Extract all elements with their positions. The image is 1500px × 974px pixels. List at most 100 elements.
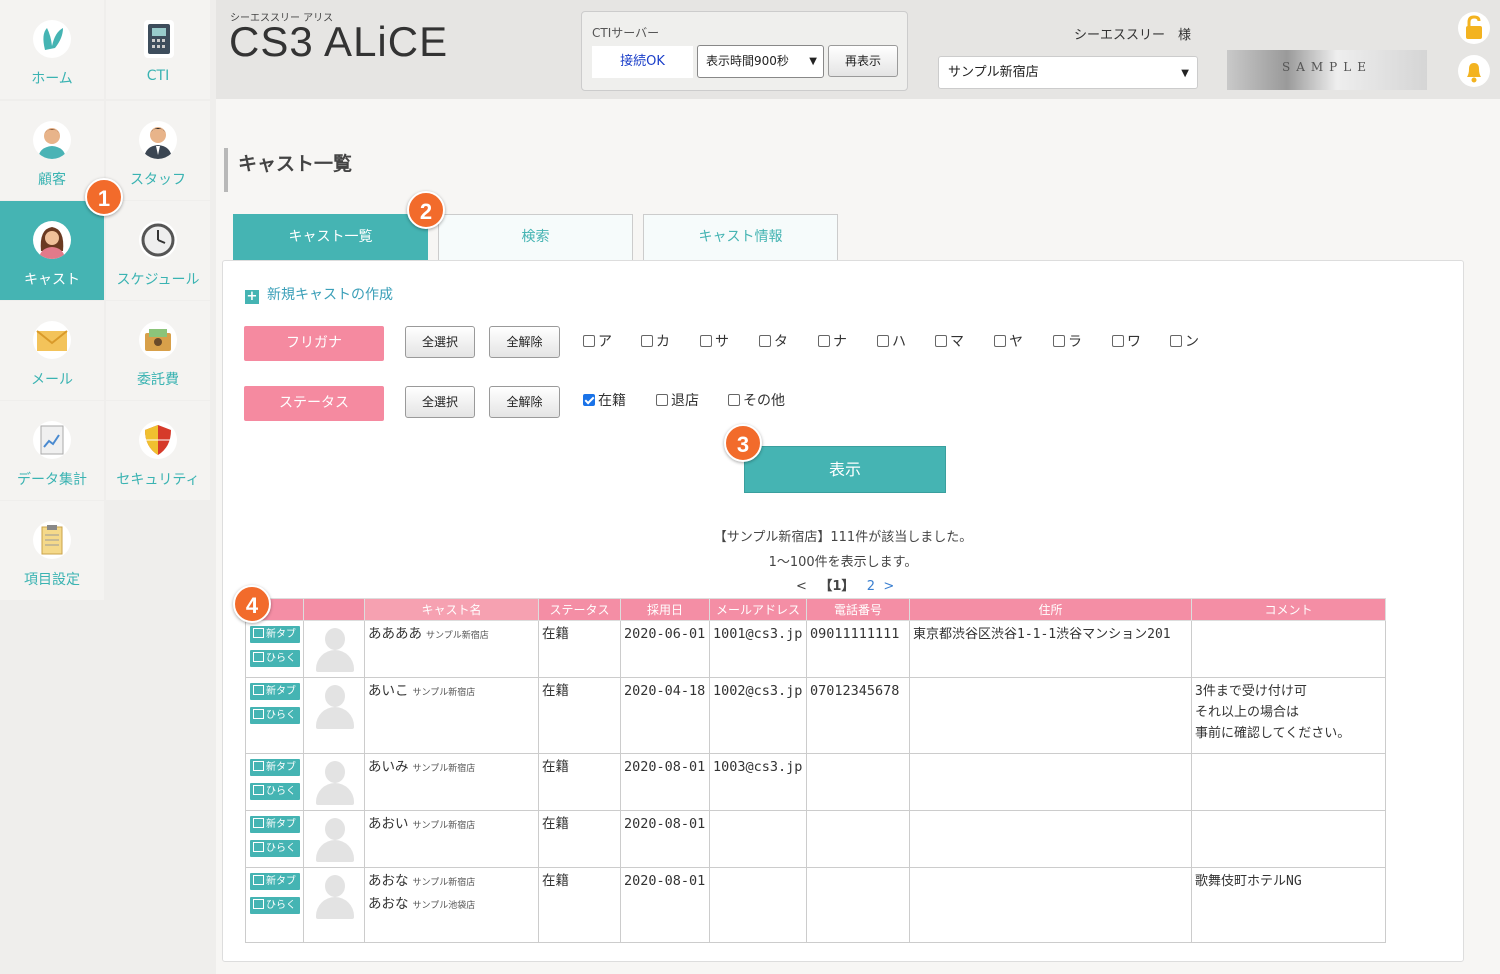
- checkbox-box[interactable]: [1112, 335, 1124, 347]
- status-cell: 在籍: [538, 620, 621, 678]
- cast-name-link[interactable]: あいこ: [368, 683, 409, 699]
- sidebar-item-cti[interactable]: CTI: [106, 0, 210, 99]
- show-button[interactable]: 表示: [744, 446, 946, 493]
- checkbox-box[interactable]: [656, 394, 668, 406]
- kana-checkbox-9[interactable]: ワ: [1112, 331, 1141, 351]
- checkbox-label: ア: [598, 334, 612, 350]
- sidebar-item-label: キャスト: [24, 272, 80, 288]
- unlock-icon[interactable]: [1458, 12, 1490, 44]
- th-cast-name[interactable]: キャスト名: [364, 598, 539, 621]
- display-time-select[interactable]: 表示時間900秒 ▼: [697, 45, 824, 78]
- th-address[interactable]: 住所: [909, 598, 1192, 621]
- avatar-placeholder-icon[interactable]: [316, 759, 354, 807]
- checkbox-box[interactable]: [1170, 335, 1182, 347]
- checkbox-box[interactable]: [935, 335, 947, 347]
- cast-name-link[interactable]: あおい: [368, 816, 409, 832]
- open-button[interactable]: ひらく: [250, 650, 300, 667]
- checkbox-box[interactable]: [877, 335, 889, 347]
- cast-name-link[interactable]: ああああ: [368, 626, 422, 642]
- open-button[interactable]: ひらく: [250, 840, 300, 857]
- pagination-prev[interactable]: <: [796, 579, 807, 594]
- open-button[interactable]: ひらく: [250, 707, 300, 724]
- sidebar-item-home[interactable]: ホーム: [0, 0, 104, 99]
- checkbox-box[interactable]: [583, 394, 595, 406]
- status-deselect-all-button[interactable]: 全解除: [489, 386, 560, 418]
- sidebar-item-staff[interactable]: スタッフ: [106, 101, 210, 200]
- photo-cell: [303, 810, 365, 868]
- sidebar-item-cast[interactable]: キャスト: [0, 201, 104, 300]
- tab-search[interactable]: 検索: [438, 214, 633, 260]
- th-hire-date[interactable]: 採用日: [620, 598, 710, 621]
- kana-checkbox-10[interactable]: ン: [1170, 331, 1199, 351]
- cast-name-link[interactable]: あいみ: [368, 759, 409, 775]
- checkbox-box[interactable]: [1053, 335, 1065, 347]
- sidebar-item-security[interactable]: セキュリティ: [106, 401, 210, 500]
- kana-checkbox-0[interactable]: ア: [583, 331, 612, 351]
- sidebar-item-commission[interactable]: 委託費: [106, 301, 210, 400]
- status-checkbox-1[interactable]: 退店: [656, 390, 699, 410]
- new-tab-button[interactable]: 新タブ: [250, 816, 300, 833]
- pagination-page-2[interactable]: 2: [867, 579, 875, 594]
- kana-checkbox-7[interactable]: ヤ: [994, 331, 1023, 351]
- checkbox-box[interactable]: [641, 335, 653, 347]
- kana-checkbox-8[interactable]: ラ: [1053, 331, 1082, 351]
- cast-name-link[interactable]: あおな: [368, 896, 409, 912]
- kana-checkbox-3[interactable]: タ: [759, 331, 788, 351]
- sidebar-item-schedule[interactable]: スケジュール: [106, 201, 210, 300]
- avatar-placeholder-icon[interactable]: [316, 683, 354, 731]
- status-filter-label: ステータス: [244, 386, 384, 421]
- bell-icon[interactable]: [1458, 55, 1490, 87]
- avatar-placeholder-icon[interactable]: [316, 873, 354, 921]
- new-cast-link[interactable]: + 新規キャストの作成: [245, 284, 393, 304]
- kana-checkbox-4[interactable]: ナ: [818, 331, 847, 351]
- new-tab-button[interactable]: 新タブ: [250, 873, 300, 890]
- staff-icon: [139, 121, 177, 159]
- phone-cell: [806, 753, 910, 811]
- status-checkbox-2[interactable]: その他: [728, 390, 785, 410]
- kana-checkbox-5[interactable]: ハ: [877, 331, 906, 351]
- photo-cell: [303, 753, 365, 811]
- checkbox-box[interactable]: [994, 335, 1006, 347]
- furigana-select-all-button[interactable]: 全選択: [405, 326, 475, 358]
- pagination-next[interactable]: >: [883, 579, 894, 594]
- refresh-button[interactable]: 再表示: [828, 45, 898, 77]
- avatar-placeholder-icon[interactable]: [316, 626, 354, 674]
- checkbox-box[interactable]: [818, 335, 830, 347]
- sidebar-item-data[interactable]: データ集計: [0, 401, 104, 500]
- checkbox-label: ナ: [833, 334, 847, 350]
- th-email[interactable]: メールアドレス: [709, 598, 807, 621]
- sidebar-item-settings[interactable]: 項目設定: [0, 501, 104, 600]
- th-comment[interactable]: コメント: [1191, 598, 1386, 621]
- store-select[interactable]: サンプル新宿店 ▼: [938, 56, 1198, 89]
- new-tab-button[interactable]: 新タブ: [250, 683, 300, 700]
- checkbox-box[interactable]: [700, 335, 712, 347]
- sidebar-item-mail[interactable]: メール: [0, 301, 104, 400]
- avatar-placeholder-icon[interactable]: [316, 816, 354, 864]
- th-status[interactable]: ステータス: [538, 598, 621, 621]
- table-row: 新タブ ひらく あいこ サンプル新宿店 在籍 2020-04-18 1002@cs3.jp 0…: [245, 677, 1386, 754]
- tab-cast-info[interactable]: キャスト情報: [643, 214, 838, 260]
- hire-date-cell: 2020-04-18: [620, 677, 710, 754]
- new-tab-button[interactable]: 新タブ: [250, 626, 300, 643]
- checkbox-label: ラ: [1068, 334, 1082, 350]
- status-checkbox-0[interactable]: 在籍: [583, 390, 626, 410]
- open-button[interactable]: ひらく: [250, 897, 300, 914]
- th-phone[interactable]: 電話番号: [806, 598, 910, 621]
- kana-checkbox-6[interactable]: マ: [935, 331, 964, 351]
- brand-logo[interactable]: CS3 ALiCE: [229, 18, 448, 66]
- checkbox-box[interactable]: [583, 335, 595, 347]
- open-button[interactable]: ひらく: [250, 783, 300, 800]
- cast-name-link[interactable]: あおな: [368, 873, 409, 889]
- status-select-all-button[interactable]: 全選択: [405, 386, 475, 418]
- tab-cast-list[interactable]: キャスト一覧: [233, 214, 428, 260]
- sidebar-item-label: スケジュール: [116, 272, 200, 288]
- result-count-text: 【サンプル新宿店】111件が該当しました。: [713, 530, 973, 545]
- checkbox-box[interactable]: [728, 394, 740, 406]
- hire-date-cell: 2020-06-01: [620, 620, 710, 678]
- furigana-deselect-all-button[interactable]: 全解除: [489, 326, 560, 358]
- kana-checkbox-2[interactable]: サ: [700, 331, 729, 351]
- kana-checkbox-1[interactable]: カ: [641, 331, 670, 351]
- checkbox-box[interactable]: [759, 335, 771, 347]
- furigana-filter-label: フリガナ: [244, 326, 384, 361]
- new-tab-button[interactable]: 新タブ: [250, 759, 300, 776]
